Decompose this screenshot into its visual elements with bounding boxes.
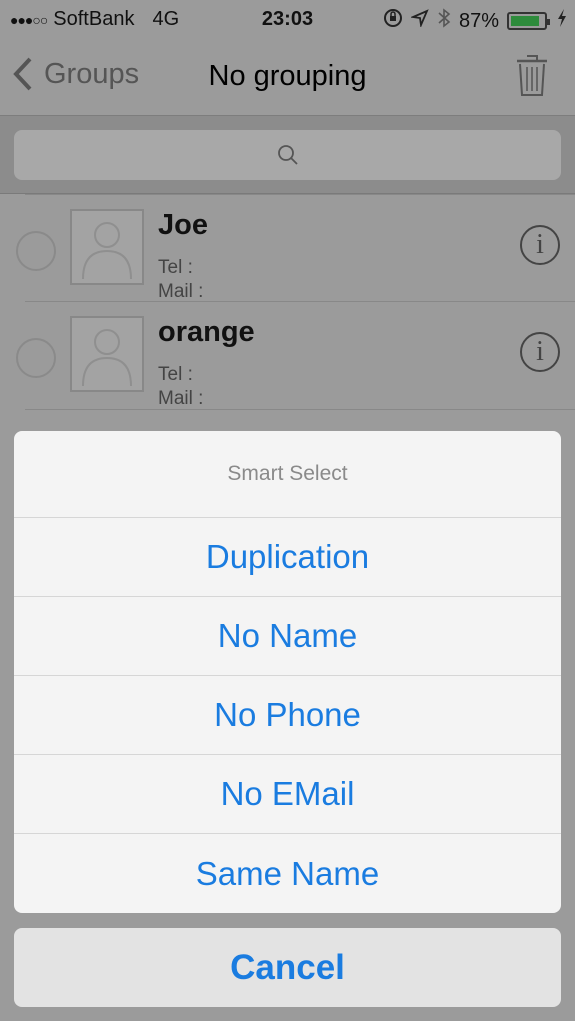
action-duplication[interactable]: Duplication	[14, 518, 561, 597]
info-icon[interactable]: i	[520, 332, 560, 372]
location-icon	[409, 9, 429, 33]
person-placeholder-icon	[82, 222, 132, 279]
select-radio[interactable]	[16, 231, 56, 271]
bluetooth-icon	[437, 8, 451, 34]
person-placeholder-icon	[82, 329, 132, 386]
contact-mail: Mail :	[158, 281, 204, 302]
charging-icon	[557, 9, 567, 33]
page-title: No grouping	[208, 60, 367, 92]
search-bar	[0, 116, 575, 194]
battery-icon	[507, 12, 550, 30]
action-sheet: Smart Select Duplication No Name No Phon…	[14, 431, 561, 913]
contact-mail: Mail :	[158, 388, 204, 409]
contact-name: orange	[158, 316, 255, 348]
contact-tel: Tel :	[158, 364, 193, 385]
rotation-lock-icon	[383, 8, 403, 34]
cancel-button[interactable]: Cancel	[14, 928, 561, 1007]
status-bar-right: 87%	[383, 8, 567, 34]
battery-percent: 87%	[458, 9, 499, 32]
contact-name: Joe	[158, 209, 208, 241]
avatar	[70, 209, 144, 285]
action-no-phone[interactable]: No Phone	[14, 676, 561, 755]
contact-row[interactable]: orange Tel : Mail : i	[16, 302, 575, 410]
contact-tel: Tel :	[158, 257, 193, 278]
battery-level-fill	[511, 16, 539, 26]
search-icon	[277, 145, 298, 165]
trash-icon	[517, 55, 547, 96]
status-bar: ●●●○○ SoftBank 4G 23:03 87%	[0, 0, 575, 40]
action-no-name[interactable]: No Name	[14, 597, 561, 676]
info-icon[interactable]: i	[520, 225, 560, 265]
contact-list: Joe Tel : Mail : i orange Tel : Mail : i	[0, 194, 575, 410]
avatar	[70, 316, 144, 392]
trash-button[interactable]	[515, 52, 549, 103]
select-radio[interactable]	[16, 338, 56, 378]
navigation-bar: Groups No grouping	[0, 40, 575, 116]
action-sheet-title: Smart Select	[14, 431, 561, 518]
search-input[interactable]	[14, 130, 561, 180]
action-no-email[interactable]: No EMail	[14, 755, 561, 834]
action-same-name[interactable]: Same Name	[14, 834, 561, 913]
contact-row[interactable]: Joe Tel : Mail : i	[16, 194, 575, 302]
